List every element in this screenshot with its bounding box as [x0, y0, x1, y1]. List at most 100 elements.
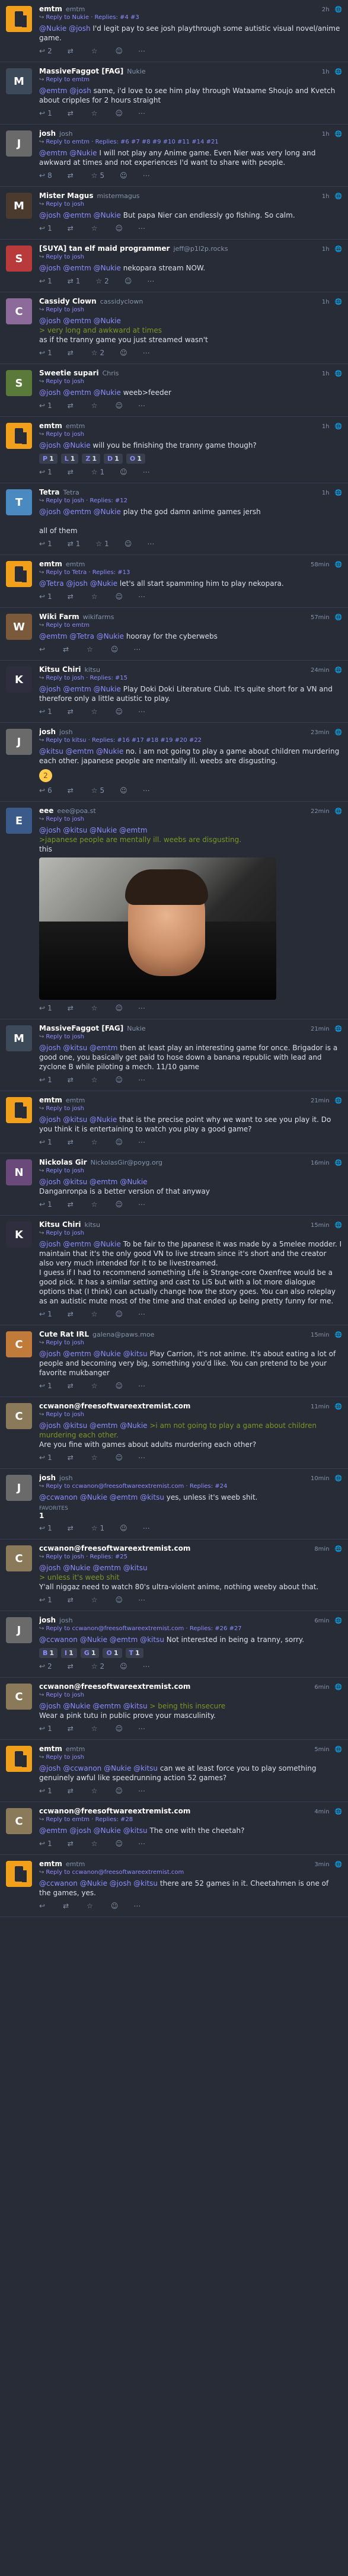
mention-link[interactable]: @kitsu — [39, 747, 63, 755]
mention-link[interactable]: @ccwanon — [39, 1493, 78, 1501]
more-button[interactable]: ⋯ — [147, 277, 154, 285]
account-handle[interactable]: emtm — [66, 5, 85, 13]
mention-link[interactable]: @kitsu — [138, 1493, 164, 1501]
timestamp[interactable]: 1h — [322, 299, 330, 305]
timestamp[interactable]: 16min — [311, 1160, 330, 1166]
mention-link[interactable]: @emtm — [63, 747, 94, 755]
display-name[interactable]: ccwanon@freesoftwareextremist.com — [39, 1807, 190, 1815]
mention-link[interactable]: @josh — [39, 1350, 61, 1358]
timestamp[interactable]: 6min — [314, 1684, 329, 1691]
react-button[interactable]: ☺ — [124, 540, 132, 548]
more-button[interactable]: ⋯ — [143, 171, 150, 180]
favorite-button[interactable]: ☆ 5 — [91, 786, 104, 795]
reply-context-text[interactable]: Reply to josh — [46, 816, 84, 822]
more-button[interactable]: ⋯ — [138, 592, 145, 601]
avatar[interactable]: C — [6, 1808, 32, 1834]
account-handle[interactable]: cassidyclown — [100, 298, 143, 305]
display-name[interactable]: MassiveFaggot [FAG] — [39, 1024, 123, 1032]
favorite-button[interactable]: ☆ — [87, 645, 95, 653]
reply-button[interactable]: ↩ — [39, 1902, 47, 1910]
avatar[interactable]: M — [6, 68, 32, 94]
emoji-reaction[interactable]: O1 — [103, 1648, 122, 1658]
display-name[interactable]: josh — [39, 1616, 56, 1624]
more-button[interactable]: ⋯ — [138, 1310, 145, 1318]
mention-link[interactable]: @emtm — [61, 211, 91, 219]
mention-link[interactable]: @emtm — [61, 1240, 91, 1248]
react-button[interactable]: ☺ — [116, 1724, 123, 1733]
mention-link[interactable]: @Nukie — [91, 508, 121, 516]
reply-button[interactable]: ↩ 1 — [39, 1596, 52, 1604]
mention-link[interactable]: @emtm — [61, 685, 91, 693]
mention-link[interactable]: @Nukie — [91, 1826, 121, 1835]
more-button[interactable]: ⋯ — [138, 707, 145, 716]
repeat-button[interactable]: ⇄ — [68, 707, 76, 716]
reply-context-text[interactable]: Reply to josh — [46, 1168, 84, 1174]
account-handle[interactable]: eee@poa.st — [57, 807, 95, 815]
reply-context-text[interactable]: Reply to josh — [46, 1754, 84, 1761]
react-button[interactable]: ☺ — [116, 1453, 123, 1462]
avatar[interactable]: W — [6, 614, 32, 640]
display-name[interactable]: emtm — [39, 1860, 62, 1868]
timestamp[interactable]: 1h — [322, 423, 330, 430]
react-button[interactable]: ☺ — [120, 171, 127, 180]
react-button[interactable]: ☺ — [116, 109, 123, 117]
avatar[interactable]: J — [6, 1617, 32, 1643]
more-button[interactable]: ⋯ — [133, 645, 141, 653]
reply-context[interactable]: ↪ Reply to josh — [39, 307, 342, 315]
favorite-button[interactable]: ☆ 1 — [95, 540, 108, 548]
mention-link[interactable]: @Nukie — [39, 24, 66, 33]
repeat-button[interactable]: ⇄ — [68, 224, 76, 232]
mention-link[interactable]: @josh — [39, 826, 61, 834]
repeat-button[interactable]: ⇄ — [68, 109, 76, 117]
reply-button[interactable]: ↩ 1 — [39, 1787, 52, 1795]
mention-link[interactable]: @emtm — [61, 264, 91, 272]
reply-context[interactable]: ↪ Reply to josh — [39, 1105, 342, 1114]
reply-context[interactable]: ↪ Reply to josh — [39, 1340, 342, 1348]
display-name[interactable]: emtm — [39, 560, 62, 568]
favorite-button[interactable]: ☆ — [91, 401, 100, 410]
reply-button[interactable]: ↩ 1 — [39, 1004, 52, 1012]
mention-link[interactable]: @josh — [39, 1702, 61, 1710]
timestamp[interactable]: 10min — [311, 1475, 330, 1482]
reply-context[interactable]: ↪ Reply to emtm · Replies: #28 — [39, 1816, 342, 1825]
repeat-button[interactable]: ⇄ — [63, 645, 71, 653]
emoji-reaction[interactable]: B1 — [39, 1648, 58, 1658]
reply-button[interactable]: ↩ — [39, 645, 47, 653]
more-button[interactable]: ⋯ — [147, 540, 154, 548]
avatar[interactable] — [6, 423, 32, 449]
emoji-reaction[interactable]: O1 — [126, 454, 145, 464]
avatar[interactable] — [6, 6, 32, 32]
repeat-button[interactable]: ⇄ — [68, 1382, 76, 1390]
more-button[interactable]: ⋯ — [138, 401, 145, 410]
reply-button[interactable]: ↩ 1 — [39, 1310, 52, 1318]
timestamp[interactable]: 22min — [311, 808, 330, 815]
reply-context-text[interactable]: Reply to emtm · Replies: #6 #7 #8 #9 #10… — [46, 139, 218, 145]
repeat-button[interactable]: ⇄ — [68, 1310, 76, 1318]
mention-link[interactable]: @josh — [39, 317, 61, 325]
timestamp[interactable]: 57min — [311, 614, 330, 621]
reply-context-text[interactable]: Reply to josh — [46, 1034, 84, 1040]
react-button[interactable]: ☺ — [111, 645, 119, 653]
repeat-button[interactable]: ⇄ — [68, 592, 76, 601]
avatar[interactable]: J — [6, 130, 32, 157]
more-button[interactable]: ⋯ — [143, 349, 150, 357]
repeat-button[interactable]: ⇄ — [68, 1596, 76, 1604]
reply-button[interactable]: ↩ 1 — [39, 592, 52, 601]
repeat-button[interactable]: ⇄ 1 — [68, 277, 81, 285]
emoji-reaction[interactable]: D1 — [104, 454, 123, 464]
timestamp[interactable]: 4min — [314, 1809, 329, 1815]
reply-context[interactable]: ↪ Reply to josh — [39, 254, 342, 262]
mention-link[interactable]: @Nukie — [101, 1764, 131, 1772]
favorite-button[interactable]: ☆ — [91, 1453, 100, 1462]
more-button[interactable]: ⋯ — [143, 1662, 150, 1670]
reply-button[interactable]: ↩ 2 — [39, 1662, 52, 1670]
mention-link[interactable]: @ccwanon — [39, 1879, 78, 1888]
reply-context-text[interactable]: Reply to kitsu · Replies: #16 #17 #18 #1… — [46, 737, 202, 744]
favorite-button[interactable]: ☆ — [91, 1200, 100, 1209]
timestamp[interactable]: 1h — [322, 490, 330, 496]
mention-link[interactable]: @josh — [39, 211, 61, 219]
reply-context-text[interactable]: Reply to ccwanon@freesoftwareextremist.c… — [46, 1869, 184, 1876]
more-button[interactable]: ⋯ — [138, 1787, 145, 1795]
avatar[interactable]: C — [6, 298, 32, 324]
react-button[interactable]: ☺ — [120, 1662, 127, 1670]
